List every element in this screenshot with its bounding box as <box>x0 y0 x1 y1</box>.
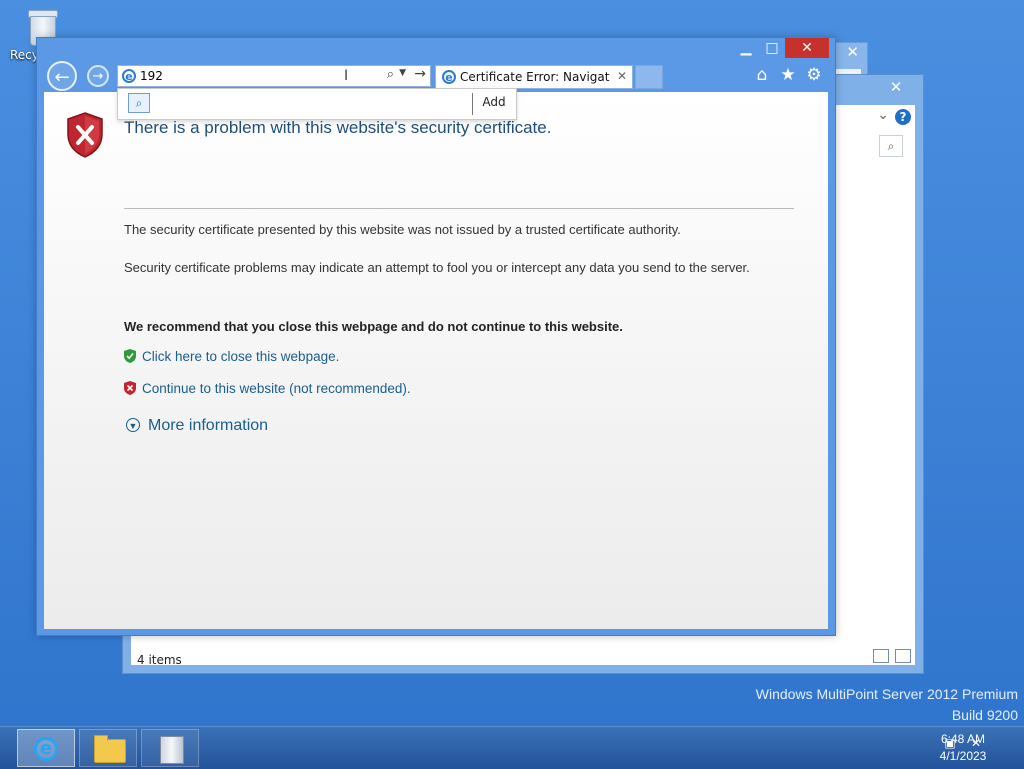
large-icons-view-icon[interactable] <box>895 649 911 663</box>
address-bar[interactable]: e I ⌕ ▼ → <box>117 65 431 87</box>
taskbar-server-manager-button[interactable] <box>141 729 199 767</box>
ribbon-expand-chevron-icon[interactable]: ⌄ <box>877 107 889 123</box>
page-content: There is a problem with this website's s… <box>44 92 828 629</box>
certificate-explanation-text: The security certificate presented by th… <box>124 222 681 237</box>
address-suggestion-dropdown: ⌕ Add <box>117 88 517 120</box>
watermark-build: Build 9200 <box>951 707 1018 723</box>
toolbar-icons: ⌂ ★ ⚙ <box>753 65 823 85</box>
explorer-status-text: 4 items <box>137 653 182 667</box>
explorer-close-icon[interactable]: ✕ <box>875 77 917 97</box>
search-provider-icon[interactable]: ⌕ <box>128 93 150 113</box>
go-arrow-icon[interactable]: → <box>414 66 426 82</box>
tab-certificate-error[interactable]: e Certificate Error: Navigation... ✕ <box>435 65 633 89</box>
recommendation-text: We recommend that you close this webpage… <box>124 319 623 334</box>
taskbar-file-explorer-button[interactable] <box>79 729 137 767</box>
taskbar-clock[interactable]: 6:48 AM 4/1/2023 <box>928 731 998 765</box>
clock-date: 4/1/2023 <box>939 749 987 763</box>
background-window-close-icon[interactable]: ✕ <box>846 43 859 61</box>
close-button[interactable]: ✕ <box>785 38 829 58</box>
taskbar: e ▣ ✕ 6:48 AM 4/1/2023 <box>0 726 1024 769</box>
error-shield-icon <box>66 112 104 158</box>
tab-ie-icon: e <box>442 70 456 84</box>
close-webpage-link[interactable]: Click here to close this webpage. <box>124 349 339 364</box>
internet-explorer-window[interactable]: ▁ □ ✕ ← → e I ⌕ ▼ → e Certificate Error:… <box>36 37 836 636</box>
more-information-toggle[interactable]: ▼ More information <box>126 417 268 435</box>
favorites-star-icon[interactable]: ★ <box>779 65 797 85</box>
folder-icon <box>94 735 126 763</box>
details-view-icon[interactable] <box>873 649 889 663</box>
address-search-icon[interactable]: ⌕ <box>387 67 394 82</box>
page-title: There is a problem with this website's s… <box>124 118 552 137</box>
continue-to-website-link[interactable]: Continue to this website (not recommende… <box>124 381 411 396</box>
green-check-shield-icon <box>124 349 136 363</box>
address-input[interactable] <box>140 68 360 84</box>
back-arrow-icon[interactable]: ← <box>47 61 77 91</box>
security-warning-text: Security certificate problems may indica… <box>124 260 750 275</box>
continue-link-label[interactable]: Continue to this website (not recommende… <box>142 381 411 396</box>
title-divider <box>124 208 794 209</box>
window-caption-buttons: ▁ □ ✕ <box>733 38 829 58</box>
tab-title: Certificate Error: Navigation... <box>460 70 610 84</box>
settings-gear-icon[interactable]: ⚙ <box>805 65 823 85</box>
watermark-edition: Windows MultiPoint Server 2012 Premium <box>755 686 1018 702</box>
explorer-view-toggles <box>873 649 911 663</box>
add-search-provider-button[interactable]: Add <box>476 95 512 109</box>
ie-page-icon: e <box>122 69 136 83</box>
expand-chevron-icon: ▼ <box>126 418 140 432</box>
text-cursor-icon: I <box>344 68 349 84</box>
address-dropdown-icon[interactable]: ▼ <box>399 68 406 78</box>
more-information-label[interactable]: More information <box>148 417 268 434</box>
home-icon[interactable]: ⌂ <box>753 65 771 85</box>
os-watermark: Windows MultiPoint Server 2012 Premium B… <box>756 684 1018 726</box>
forward-arrow-icon[interactable]: → <box>87 65 109 87</box>
dropdown-separator <box>472 93 473 115</box>
clock-time: 6:48 AM <box>940 732 986 746</box>
red-x-shield-icon <box>124 381 136 395</box>
server-icon <box>160 736 184 764</box>
internet-explorer-icon: e <box>34 737 58 761</box>
minimize-button[interactable]: ▁ <box>733 38 759 58</box>
tab-close-icon[interactable]: ✕ <box>617 69 627 83</box>
explorer-search-icon[interactable]: ⌕ <box>879 135 903 157</box>
maximize-button[interactable]: □ <box>759 38 785 58</box>
help-icon[interactable]: ? <box>895 109 911 125</box>
close-webpage-link-label[interactable]: Click here to close this webpage. <box>142 349 339 364</box>
taskbar-internet-explorer-button[interactable]: e <box>17 729 75 767</box>
new-tab-button[interactable] <box>635 65 663 89</box>
